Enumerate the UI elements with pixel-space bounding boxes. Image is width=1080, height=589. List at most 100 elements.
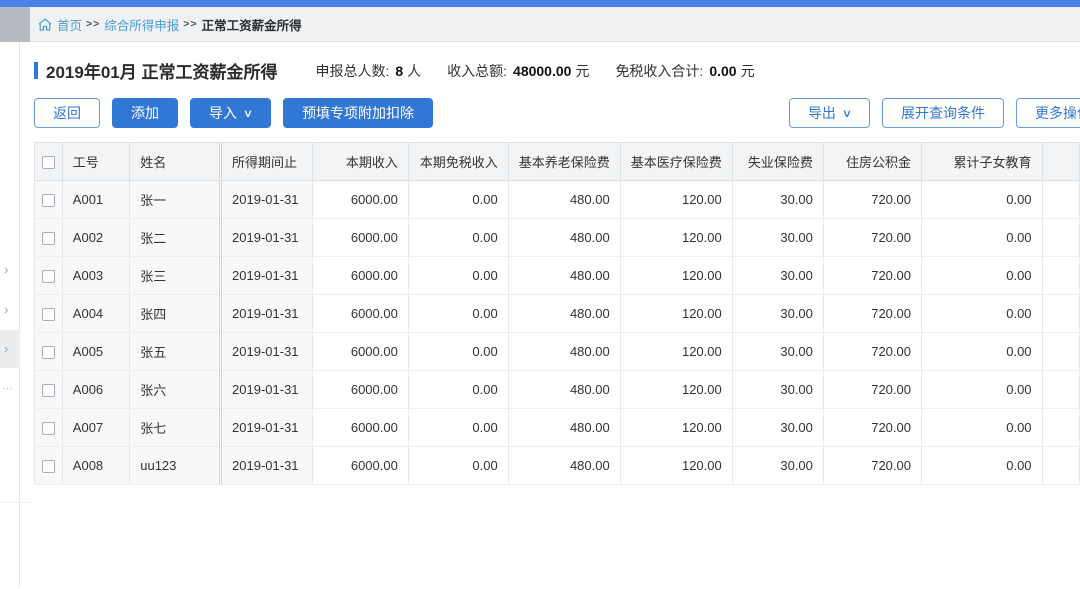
cell-medical: 120.00 (619, 408, 733, 447)
col-header-housing_fund: 住房公积金 (822, 142, 922, 181)
cell-medical: 120.00 (619, 446, 733, 485)
add-button[interactable]: 添加 (112, 98, 178, 128)
back-button[interactable]: 返回 (34, 98, 100, 128)
cell-housing_fund: 720.00 (822, 180, 922, 219)
cell-pension: 480.00 (507, 370, 621, 409)
cell-unemployment: 30.00 (731, 408, 824, 447)
row-checkbox[interactable] (41, 308, 55, 322)
chevron-right-icon: › (4, 262, 9, 277)
cell-medical: 120.00 (619, 218, 733, 257)
cell-pension: 480.00 (507, 180, 621, 219)
cell-housing_fund: 720.00 (822, 294, 922, 333)
row-checkbox[interactable] (41, 460, 55, 474)
row-checkbox-cell (34, 218, 63, 257)
cell-pension: 480.00 (507, 332, 621, 371)
row-checkbox[interactable] (41, 232, 55, 246)
title-accent-marker (34, 62, 38, 79)
cell-tax_free_income: 0.00 (407, 370, 509, 409)
cell-unemployment: 30.00 (731, 294, 824, 333)
cell-tax_free_income: 0.00 (407, 446, 509, 485)
cell-tax_free_income: 0.00 (407, 180, 509, 219)
stat-tax-free-total: 免税收入合计: 0.00 元 (615, 62, 755, 79)
cell-unemployment: 30.00 (731, 218, 824, 257)
cell-name: uu123 (129, 446, 222, 485)
prefill-special-deduction-button[interactable]: 预填专项附加扣除 (283, 98, 434, 128)
chevron-right-icon: › (4, 302, 9, 317)
cell-child_edu: 0.00 (920, 332, 1043, 371)
breadcrumb-item-current: 正常工资薪金所得 (201, 18, 302, 33)
cell-emp_id: A007 (61, 408, 131, 447)
table-row: A002 张二 2019-01-31 6000.00 0.00 480.00 120.00 3… (34, 218, 1080, 257)
table-row: A001 张一 2019-01-31 6000.00 0.00 480.00 120.00 3… (34, 180, 1080, 219)
expand-query-button[interactable]: 展开查询条件 (882, 98, 1004, 128)
cell-period_end: 2019-01-31 (219, 370, 313, 409)
table-row: A007 张七 2019-01-31 6000.00 0.00 480.00 120.00 3… (34, 408, 1080, 447)
cell-stub (1041, 218, 1080, 257)
cell-stub (1041, 294, 1080, 333)
cell-child_edu: 0.00 (920, 256, 1043, 295)
sidebar-edge-highlight (0, 330, 20, 368)
cell-unemployment: 30.00 (731, 370, 824, 409)
page-title: 2019年01月 正常工资薪金所得 (46, 63, 278, 82)
cell-medical: 120.00 (619, 332, 733, 371)
row-checkbox[interactable] (41, 384, 55, 398)
chevron-down-icon: ∨ (242, 107, 254, 120)
table-row: A003 张三 2019-01-31 6000.00 0.00 480.00 120.00 3… (34, 256, 1080, 295)
more-actions-button[interactable]: 更多操作 (1016, 98, 1080, 128)
export-dropdown-button[interactable]: 导出 ∨ (788, 98, 870, 128)
cell-income: 6000.00 (311, 446, 409, 485)
col-header-period_end: 所得期间止 (219, 142, 313, 181)
cell-period_end: 2019-01-31 (219, 218, 313, 257)
table-row: A006 张六 2019-01-31 6000.00 0.00 480.00 120.00 3… (34, 370, 1080, 409)
row-checkbox-cell (34, 446, 63, 485)
col-header-unemployment: 失业保险费 (731, 142, 824, 181)
breadcrumb: 首页 >> 综合所得申报 >> 正常工资薪金所得 (0, 7, 1080, 42)
cell-emp_id: A003 (61, 256, 131, 295)
col-header-income: 本期收入 (311, 142, 409, 181)
row-checkbox[interactable] (41, 194, 55, 208)
row-checkbox[interactable] (41, 270, 55, 284)
cell-income: 6000.00 (311, 218, 409, 257)
cell-income: 6000.00 (311, 256, 409, 295)
cell-stub (1041, 408, 1080, 447)
cell-housing_fund: 720.00 (822, 256, 922, 295)
breadcrumb-item-comprehensive-income[interactable]: 综合所得申报 (104, 15, 179, 34)
col-header-emp_id: 工号 (61, 142, 131, 181)
select-all-header-cell (34, 142, 63, 181)
cell-emp_id: A002 (61, 218, 131, 257)
table-row: A004 张四 2019-01-31 6000.00 0.00 480.00 120.00 3… (34, 294, 1080, 333)
cell-emp_id: A005 (61, 332, 131, 371)
cell-medical: 120.00 (619, 294, 733, 333)
import-dropdown-button[interactable]: 导入 ∨ (190, 98, 272, 128)
summary-stats: 申报总人数: 8 人 收入总额: 48000.00 元 免税收入合计: 0.00 元 (315, 61, 754, 81)
cell-unemployment: 30.00 (731, 332, 824, 371)
cell-income: 6000.00 (311, 408, 409, 447)
cell-tax_free_income: 0.00 (407, 408, 509, 447)
cell-housing_fund: 720.00 (822, 218, 922, 257)
cell-income: 6000.00 (311, 370, 409, 409)
home-icon[interactable] (38, 18, 52, 31)
cell-tax_free_income: 0.00 (407, 218, 509, 257)
top-accent-bar (0, 0, 1080, 7)
row-checkbox[interactable] (41, 346, 55, 360)
cell-stub (1041, 180, 1080, 219)
cell-child_edu: 0.00 (920, 446, 1043, 485)
breadcrumb-separator: >> (183, 18, 198, 30)
cell-name: 张一 (129, 180, 222, 219)
cell-housing_fund: 720.00 (822, 408, 922, 447)
row-checkbox-cell (34, 332, 63, 371)
cell-period_end: 2019-01-31 (219, 256, 313, 295)
cell-child_edu: 0.00 (920, 370, 1043, 409)
content-area: 2019年01月 正常工资薪金所得 申报总人数: 8 人 收入总额: 48000.00… (20, 42, 1080, 588)
table-row: A008 uu123 2019-01-31 6000.00 0.00 480.00 120.… (34, 446, 1080, 485)
chevron-right-icon: › (4, 341, 9, 356)
cell-unemployment: 30.00 (731, 180, 824, 219)
breadcrumb-item-home[interactable]: 首页 (57, 15, 82, 34)
row-checkbox[interactable] (41, 422, 55, 436)
collapsed-sidebar-corner (0, 7, 30, 42)
row-checkbox-cell (34, 180, 63, 219)
row-checkbox-cell (34, 294, 63, 333)
cell-period_end: 2019-01-31 (219, 332, 313, 371)
select-all-checkbox[interactable] (41, 156, 55, 170)
table-row: A005 张五 2019-01-31 6000.00 0.00 480.00 120.00 3… (34, 332, 1080, 371)
